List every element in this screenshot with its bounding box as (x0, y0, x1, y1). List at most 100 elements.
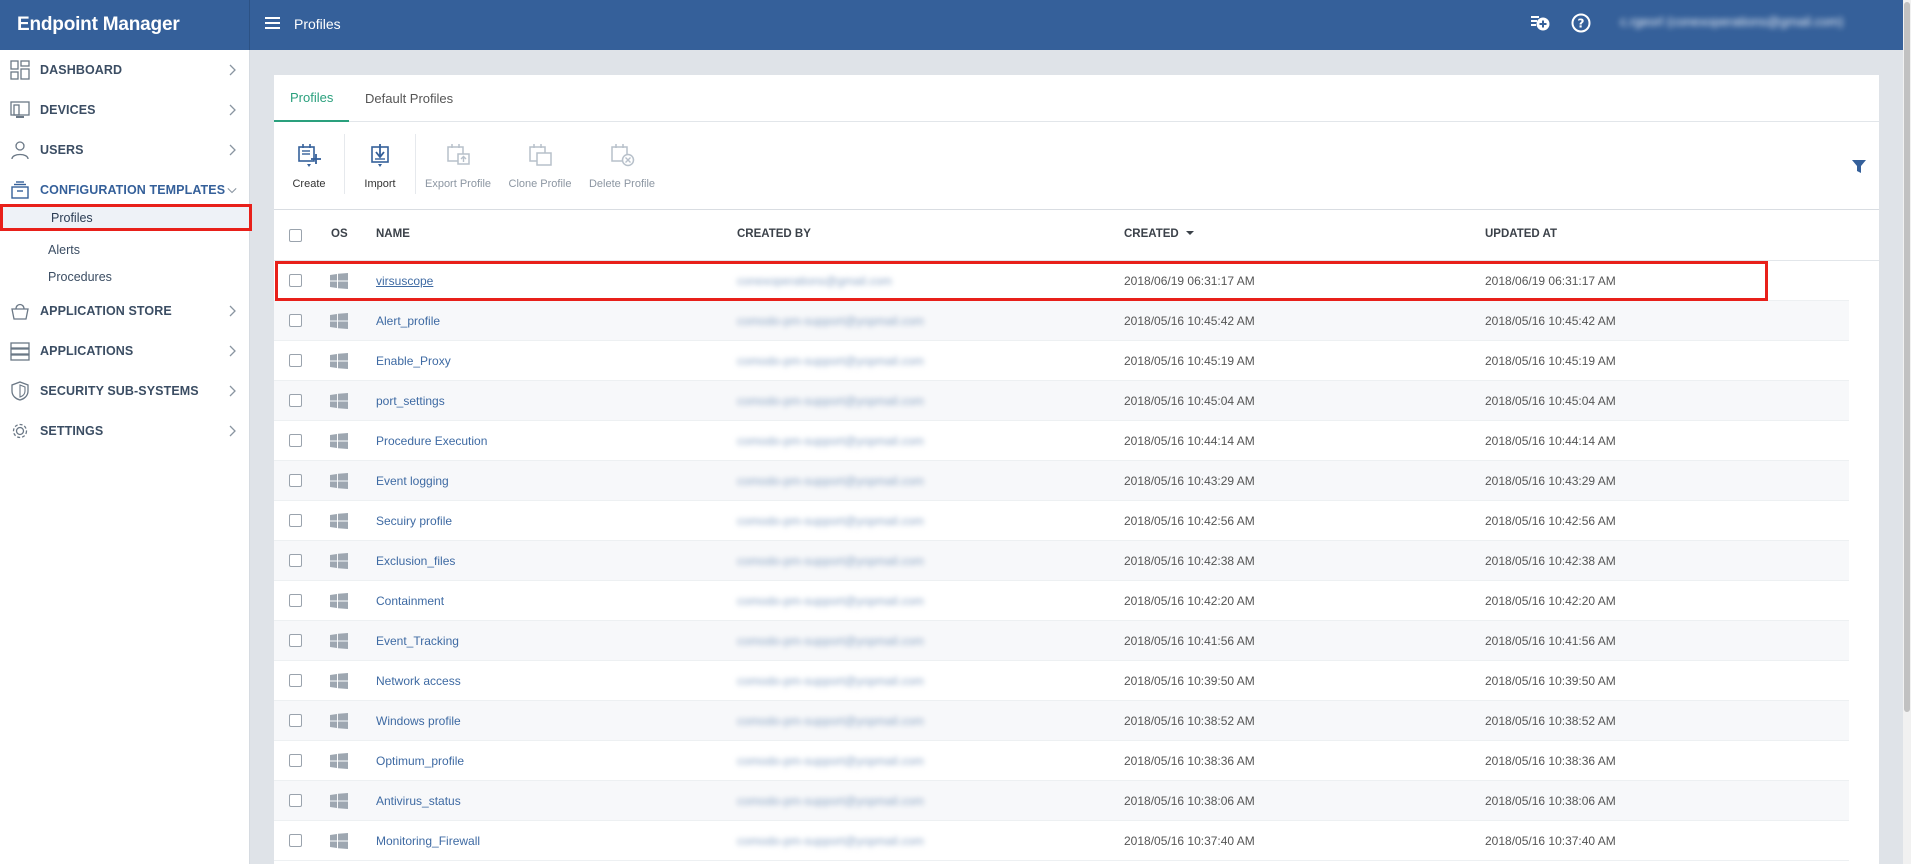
profile-name-link[interactable]: Procedure Execution (376, 434, 487, 448)
sidebar-item-users[interactable]: USERS (0, 130, 249, 170)
delete-profile-button[interactable]: Delete Profile (580, 122, 664, 210)
row-checkbox[interactable] (289, 794, 302, 807)
add-notification-icon[interactable] (1529, 12, 1551, 34)
help-icon[interactable]: ? (1570, 12, 1592, 34)
column-header-created-by[interactable]: CREATED BY (737, 228, 811, 240)
sidebar-subitem-alerts[interactable]: Alerts (0, 236, 249, 263)
table-row[interactable]: Secuiry profile comodo-pm-support@yopmail… (274, 501, 1849, 541)
created-cell: 2018/05/16 10:37:40 AM (1124, 834, 1255, 848)
table-row[interactable]: Windows profile comodo-pm-support@yopmail… (274, 701, 1849, 741)
chevron-right-icon (229, 425, 236, 437)
sidebar-item-label: APPLICATION STORE (40, 304, 172, 318)
hamburger-menu-icon[interactable] (265, 17, 280, 30)
created-by-cell: comodo-pm-support@yopmail.com (737, 434, 924, 448)
table-row[interactable]: port_settings comodo-pm-support@yopmail.c… (274, 381, 1849, 421)
table-row[interactable]: Procedure Execution comodo-pm-support@yop… (274, 421, 1849, 461)
row-checkbox[interactable] (289, 394, 302, 407)
sidebar-item-settings[interactable]: SETTINGS (0, 411, 249, 451)
row-checkbox[interactable] (289, 594, 302, 607)
sidebar-item-security-sub-systems[interactable]: SECURITY SUB-SYSTEMS (0, 371, 249, 411)
profile-name-link[interactable]: Optimum_profile (376, 754, 464, 768)
windows-icon (330, 593, 348, 609)
profile-name-link[interactable]: Secuiry profile (376, 514, 452, 528)
page-scrollbar[interactable] (1903, 0, 1911, 864)
sidebar-item-applications[interactable]: APPLICATIONS (0, 331, 249, 371)
profile-name-link[interactable]: Event_Tracking (376, 634, 459, 648)
row-checkbox[interactable] (289, 634, 302, 647)
row-checkbox[interactable] (289, 514, 302, 527)
profile-name-link[interactable]: Exclusion_files (376, 554, 455, 568)
table-row[interactable]: Monitoring_Firewall comodo-pm-support@yop… (274, 821, 1849, 861)
profile-name-link[interactable]: Alert_profile (376, 314, 440, 328)
import-button[interactable]: Import (345, 122, 415, 210)
profile-name-link[interactable]: Enable_Proxy (376, 354, 451, 368)
row-checkbox[interactable] (289, 714, 302, 727)
column-header-updated-at[interactable]: UPDATED AT (1485, 228, 1557, 240)
user-account-menu[interactable]: c.rgeorl (conexoperations@gmail.com) (1620, 14, 1875, 32)
sidebar-subitem-procedures[interactable]: Procedures (0, 263, 249, 290)
profile-name-link[interactable]: Event logging (376, 474, 449, 488)
sidebar-item-application-store[interactable]: APPLICATION STORE (0, 291, 249, 331)
profile-name-link[interactable]: Containment (376, 594, 444, 608)
page-title: Profiles (294, 16, 341, 32)
profile-name-link[interactable]: Antivirus_status (376, 794, 461, 808)
row-checkbox[interactable] (289, 554, 302, 567)
profile-name-link[interactable]: virsuscope (376, 274, 433, 288)
sidebar-item-label: CONFIGURATION TEMPLATES (40, 183, 226, 197)
updated-at-cell: 2018/05/16 10:42:20 AM (1485, 594, 1616, 608)
import-icon (371, 144, 389, 167)
row-checkbox[interactable] (289, 834, 302, 847)
created-cell: 2018/05/16 10:38:36 AM (1124, 754, 1255, 768)
sidebar-item-devices[interactable]: DEVICES (0, 90, 249, 130)
row-checkbox[interactable] (289, 314, 302, 327)
created-cell: 2018/05/16 10:38:52 AM (1124, 714, 1255, 728)
import-label: Import (364, 178, 396, 190)
table-row[interactable]: Containment comodo-pm-support@yopmail.com… (274, 581, 1849, 621)
profile-name-link[interactable]: port_settings (376, 394, 445, 408)
created-by-cell: comodo-pm-support@yopmail.com (737, 794, 924, 808)
windows-icon (330, 393, 348, 409)
created-cell: 2018/05/16 10:45:04 AM (1124, 394, 1255, 408)
row-checkbox[interactable] (289, 474, 302, 487)
table-row[interactable]: Exclusion_files comodo-pm-support@yopmail… (274, 541, 1849, 581)
updated-at-cell: 2018/06/19 06:31:17 AM (1485, 274, 1616, 288)
profile-name-link[interactable]: Network access (376, 674, 461, 688)
updated-at-cell: 2018/05/16 10:38:36 AM (1485, 754, 1616, 768)
filter-icon[interactable] (1851, 159, 1867, 175)
table-row[interactable]: Event_Tracking comodo-pm-support@yopmail.… (274, 621, 1849, 661)
table-row[interactable]: Network access comodo-pm-support@yopmail.… (274, 661, 1849, 701)
windows-icon (330, 433, 348, 449)
windows-icon (330, 833, 348, 849)
main-panel: Profiles Default Profiles Create Import … (274, 75, 1879, 864)
table-row[interactable]: Alert_profile comodo-pm-support@yopmail.c… (274, 301, 1849, 341)
row-checkbox[interactable] (289, 434, 302, 447)
table-row[interactable]: Optimum_profile comodo-pm-support@yopmail… (274, 741, 1849, 781)
windows-icon (330, 273, 348, 289)
tab-default-profiles[interactable]: Default Profiles (349, 75, 469, 122)
row-checkbox[interactable] (289, 674, 302, 687)
table-row[interactable]: virsuscope conexoperations@gmail.com 2018/… (274, 261, 1849, 301)
tab-profiles[interactable]: Profiles (274, 75, 350, 122)
select-all-checkbox[interactable] (289, 229, 302, 242)
column-header-os[interactable]: OS (331, 228, 348, 240)
row-checkbox[interactable] (289, 354, 302, 367)
row-checkbox[interactable] (289, 754, 302, 767)
column-header-name[interactable]: NAME (376, 228, 410, 240)
scrollbar-thumb[interactable] (1904, 2, 1910, 712)
table-row[interactable]: Event logging comodo-pm-support@yopmail.c… (274, 461, 1849, 501)
export-profile-button[interactable]: Export Profile (416, 122, 500, 210)
clone-profile-button[interactable]: Clone Profile (500, 122, 580, 210)
sidebar-subitem-profiles[interactable]: Profiles (0, 204, 252, 231)
windows-icon (330, 793, 348, 809)
column-header-created[interactable]: CREATED (1124, 228, 1195, 240)
windows-icon (330, 673, 348, 689)
applications-icon (10, 342, 30, 361)
profile-name-link[interactable]: Windows profile (376, 714, 461, 728)
table-row[interactable]: Antivirus_status comodo-pm-support@yopmai… (274, 781, 1849, 821)
profile-name-link[interactable]: Monitoring_Firewall (376, 834, 480, 848)
create-button[interactable]: Create (274, 122, 344, 210)
row-checkbox[interactable] (289, 274, 302, 287)
delete-icon (611, 144, 635, 167)
table-row[interactable]: Enable_Proxy comodo-pm-support@yopmail.co… (274, 341, 1849, 381)
sidebar-item-dashboard[interactable]: DASHBOARD (0, 50, 249, 90)
